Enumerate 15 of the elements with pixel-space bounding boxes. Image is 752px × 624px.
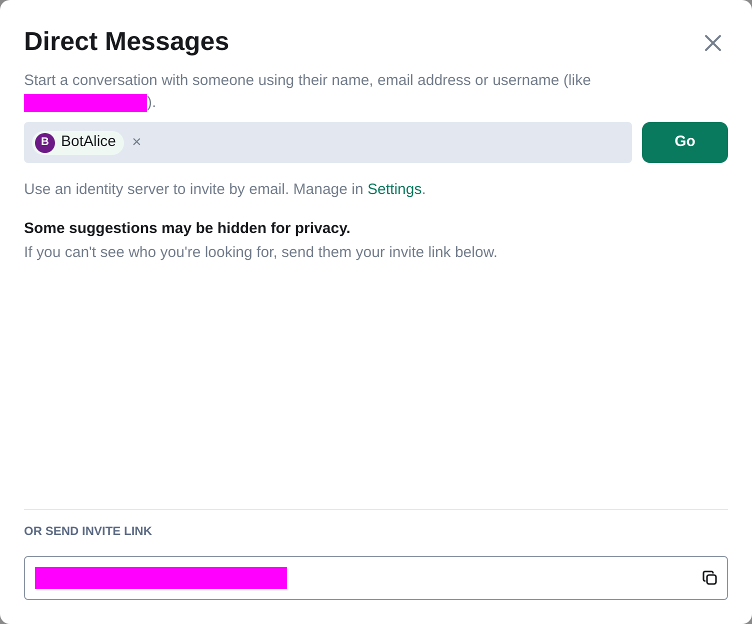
- privacy-heading: Some suggestions may be hidden for privacy.: [24, 218, 352, 238]
- identity-note: Use an identity server to invite by email. Manage in Settings.: [24, 180, 427, 200]
- user-name: BotAlice: [61, 132, 116, 152]
- go-button[interactable]: Go: [642, 122, 728, 163]
- invitee-field[interactable]: B BotAlice ×: [24, 122, 632, 163]
- close-icon[interactable]: [702, 32, 724, 54]
- intro-text: Start a conversation with someone using their name, email address or username (like ).: [24, 71, 592, 114]
- avatar: B: [35, 132, 55, 152]
- remove-pill-button[interactable]: ×: [128, 134, 146, 150]
- invite-link-field[interactable]: [24, 556, 728, 600]
- dialog-title: Direct Messages: [24, 25, 230, 58]
- copy-icon[interactable]: [702, 570, 718, 586]
- section-heading: OR SEND INVITE LINK: [24, 523, 154, 540]
- privacy-text: If you can't see who you're looking for, send them your invite link below.: [24, 243, 498, 263]
- settings-link[interactable]: Settings: [368, 181, 422, 198]
